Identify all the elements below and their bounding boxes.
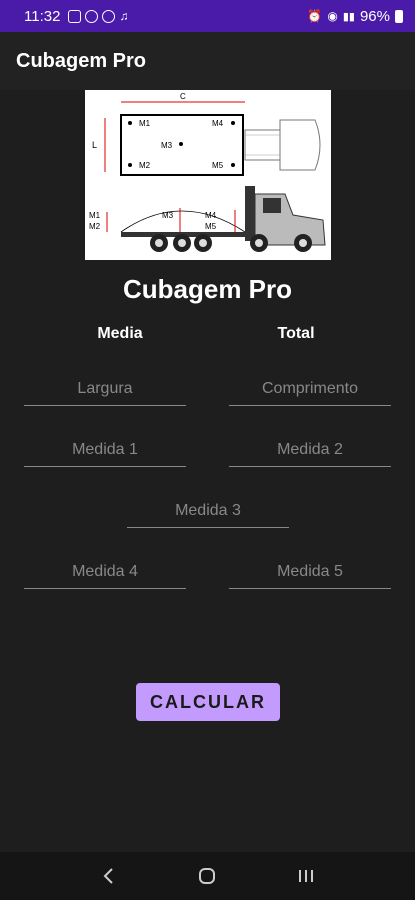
status-bar: 11:32 ♫ ⏰ ◉ ▮▮ 96% <box>0 0 415 32</box>
battery-percent: 96% <box>359 7 390 25</box>
medida1-placeholder: Medida 1 <box>72 441 138 458</box>
signal-icon: ▮▮ <box>342 10 355 23</box>
recents-icon <box>298 870 313 882</box>
medida3-input[interactable]: Medida 3 <box>127 500 289 528</box>
medida3-placeholder: Medida 3 <box>175 502 241 519</box>
app-bar: Cubagem Pro <box>0 32 415 90</box>
system-nav-bar <box>0 852 415 900</box>
nav-back-button[interactable] <box>94 861 124 891</box>
messenger-icon <box>102 9 116 23</box>
back-icon <box>103 868 113 884</box>
diagram-side-m2: M2 <box>89 222 101 231</box>
medida4-placeholder: Medida 4 <box>72 563 138 580</box>
medida5-input[interactable]: Medida 5 <box>229 561 391 589</box>
result-media-label: Media <box>97 325 143 342</box>
comprimento-input[interactable]: Comprimento <box>229 378 391 406</box>
nav-recents-button[interactable] <box>291 861 321 891</box>
result-total-label: Total <box>277 325 315 342</box>
largura-input[interactable]: Largura <box>24 378 186 406</box>
medida2-input[interactable]: Medida 2 <box>229 439 391 467</box>
truck-diagram-svg: C L M1 M4 M3 M2 M5 M1 M2 M3 M4 M5 <box>89 92 326 252</box>
diagram-top-m4: M4 <box>212 119 224 128</box>
status-time: 11:32 <box>24 7 61 25</box>
diagram-side-m5: M5 <box>205 222 217 231</box>
medida4-input[interactable]: Medida 4 <box>24 561 186 589</box>
app-bar-title: Cubagem Pro <box>16 49 147 72</box>
status-notification-icons: ♫ <box>68 9 128 23</box>
app-notification-icon <box>85 9 99 23</box>
nav-home-button[interactable] <box>192 861 222 891</box>
status-system-icons: ⏰ ◉ ▮▮ 96% <box>307 8 403 25</box>
gallery-icon <box>68 9 82 23</box>
notification-icon: ♫ <box>119 9 129 23</box>
comprimento-placeholder: Comprimento <box>261 380 359 397</box>
diagram-label-l: L <box>92 140 97 150</box>
wifi-icon: ◉ <box>327 9 338 23</box>
calculate-button[interactable]: CALCULAR <box>136 683 280 721</box>
diagram-top-m1: M1 <box>139 119 151 128</box>
alarm-icon: ⏰ <box>307 9 323 23</box>
main-title: Cubagem Pro <box>122 274 293 304</box>
diagram-label-c: C <box>180 92 186 101</box>
truck-diagram-image: C L M1 M4 M3 M2 M5 M1 M2 M3 M4 M5 <box>85 90 331 260</box>
diagram-side-m4: M4 <box>205 211 217 220</box>
diagram-side-m1: M1 <box>89 211 101 220</box>
diagram-top-m5: M5 <box>212 161 224 170</box>
medida5-placeholder: Medida 5 <box>277 563 343 580</box>
battery-icon <box>395 9 403 23</box>
diagram-top-m3: M3 <box>161 141 173 150</box>
medida1-input[interactable]: Medida 1 <box>24 439 186 467</box>
diagram-top-m2: M2 <box>139 161 151 170</box>
largura-placeholder: Largura <box>77 380 133 397</box>
home-icon <box>199 868 216 884</box>
main-content: C L M1 M4 M3 M2 M5 M1 M2 M3 M4 M5 Cubage… <box>0 90 415 852</box>
diagram-side-m3: M3 <box>162 211 174 220</box>
medida2-placeholder: Medida 2 <box>277 441 343 458</box>
